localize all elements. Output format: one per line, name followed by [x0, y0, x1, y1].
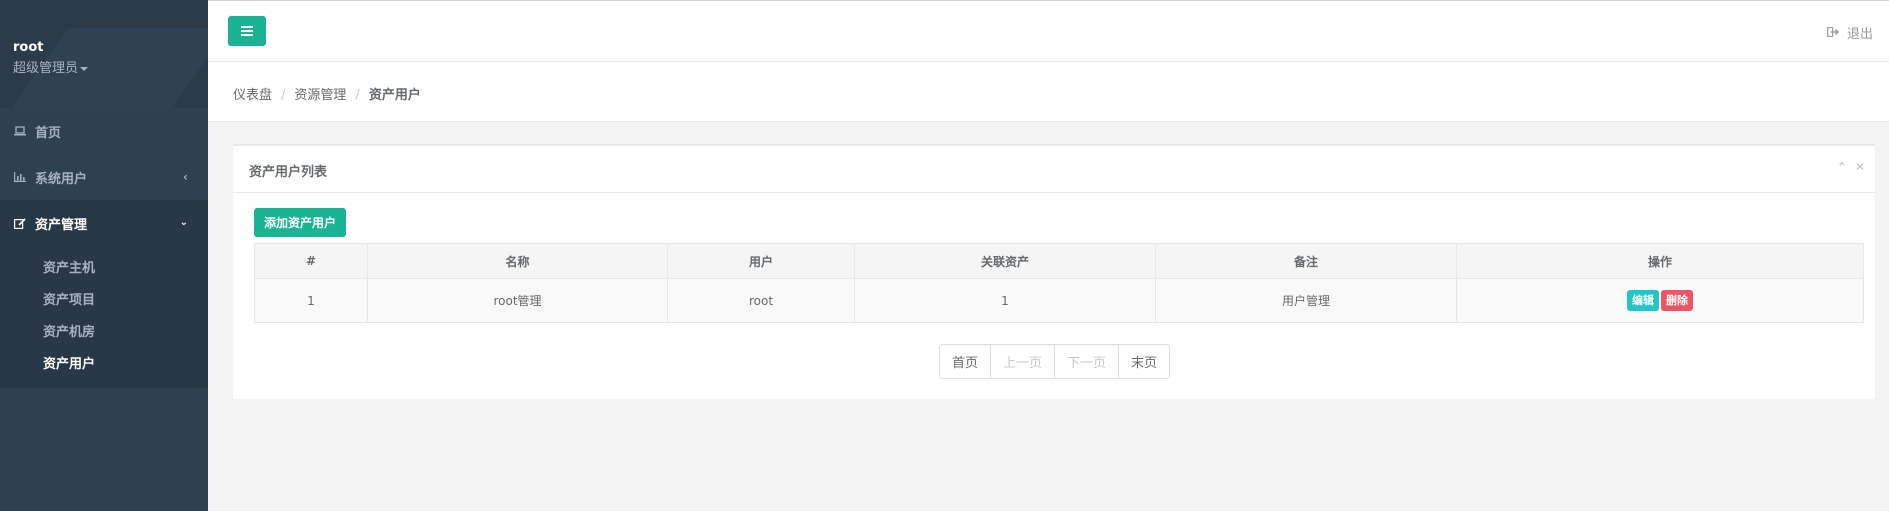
column-header-index: # — [254, 243, 368, 279]
column-header-user: 用户 — [667, 243, 855, 279]
column-header-assets: 关联资产 — [854, 243, 1156, 279]
submenu-item-hosts[interactable]: 资产主机 — [0, 250, 208, 282]
column-header-name: 名称 — [367, 243, 668, 279]
cell-actions: 编辑 删除 — [1456, 278, 1864, 323]
pagination-first[interactable]: 首页 — [940, 345, 992, 378]
sidebar-item-label: 系统用户 — [35, 171, 88, 187]
breadcrumb-item-resources[interactable]: 资源管理 — [294, 88, 346, 103]
sidebar-item-system-users[interactable]: 系统用户 ‹ — [0, 154, 208, 200]
profile-username: root — [13, 40, 44, 55]
panel-tools: ⌃ ✕ — [1837, 160, 1865, 174]
breadcrumb-item-current: 资产用户 — [368, 88, 421, 103]
delete-button[interactable]: 删除 — [1661, 290, 1693, 311]
sign-out-icon — [1826, 26, 1839, 40]
submenu-item-asset-users[interactable]: 资产用户 — [0, 346, 208, 378]
hamburger-icon — [241, 26, 253, 36]
panel-header: 资产用户列表 ⌃ ✕ — [233, 146, 1875, 193]
caret-down-icon — [80, 66, 89, 71]
table-header-row: # 名称 用户 关联资产 备注 操作 — [254, 243, 1864, 279]
collapse-icon[interactable]: ⌃ — [1837, 160, 1847, 174]
cell-assets: 1 — [854, 278, 1156, 323]
cell-user: root — [667, 278, 855, 323]
edit-icon — [13, 217, 27, 229]
submenu-item-idc[interactable]: 资产机房 — [0, 314, 208, 346]
asset-user-panel: 资产用户列表 ⌃ ✕ 添加资产用户 # 名称 用户 关联资产 备注 操作 1 r… — [233, 144, 1875, 399]
column-header-note: 备注 — [1155, 243, 1457, 279]
bar-chart-icon — [13, 172, 27, 182]
sidebar: root 超级管理员 首页 系统用户 ‹ 资产管理 ⌄ 资产主机 资产项目 资产… — [0, 0, 208, 511]
edit-button[interactable]: 编辑 — [1627, 290, 1659, 311]
sidebar-item-home[interactable]: 首页 — [0, 108, 208, 154]
menu-toggle-button[interactable] — [228, 16, 266, 46]
asset-user-table: # 名称 用户 关联资产 备注 操作 1 root管理 root 1 用户管理 … — [254, 243, 1864, 323]
add-asset-user-button[interactable]: 添加资产用户 — [254, 208, 347, 237]
cell-name: root管理 — [367, 278, 668, 323]
breadcrumb: 仪表盘 / 资源管理 / 资产用户 — [208, 62, 1889, 122]
submenu-item-projects[interactable]: 资产项目 — [0, 282, 208, 314]
breadcrumb-separator: / — [355, 88, 360, 103]
sidebar-item-label: 首页 — [35, 125, 62, 141]
close-icon[interactable]: ✕ — [1855, 160, 1865, 174]
chevron-down-icon: ⌄ — [179, 217, 188, 228]
breadcrumb-separator: / — [281, 88, 286, 103]
logout-link[interactable]: 退出 — [1826, 23, 1873, 42]
profile-role: 超级管理员 — [13, 61, 79, 76]
sidebar-item-asset-management[interactable]: 资产管理 ⌄ — [0, 200, 208, 246]
cell-index: 1 — [254, 278, 368, 323]
table-row: 1 root管理 root 1 用户管理 编辑 删除 — [254, 278, 1864, 323]
asset-submenu: 资产主机 资产项目 资产机房 资产用户 — [0, 246, 208, 388]
pagination-prev[interactable]: 上一页 — [991, 345, 1056, 378]
panel-title: 资产用户列表 — [249, 165, 328, 180]
column-header-actions: 操作 — [1456, 243, 1864, 279]
laptop-icon — [13, 126, 27, 136]
profile-header: root 超级管理员 — [0, 0, 208, 108]
pagination-next[interactable]: 下一页 — [1055, 345, 1120, 378]
logout-label: 退出 — [1846, 27, 1873, 42]
breadcrumb-item-dashboard[interactable]: 仪表盘 — [233, 88, 272, 103]
top-navbar: 退出 — [208, 0, 1889, 62]
pagination-last[interactable]: 末页 — [1119, 345, 1170, 378]
chevron-left-icon: ‹ — [183, 170, 188, 184]
pagination: 首页 上一页 下一页 末页 — [939, 344, 1171, 379]
cell-note: 用户管理 — [1155, 278, 1457, 323]
profile-role-dropdown[interactable]: 超级管理员 — [13, 57, 208, 76]
sidebar-item-label: 资产管理 — [35, 217, 88, 233]
